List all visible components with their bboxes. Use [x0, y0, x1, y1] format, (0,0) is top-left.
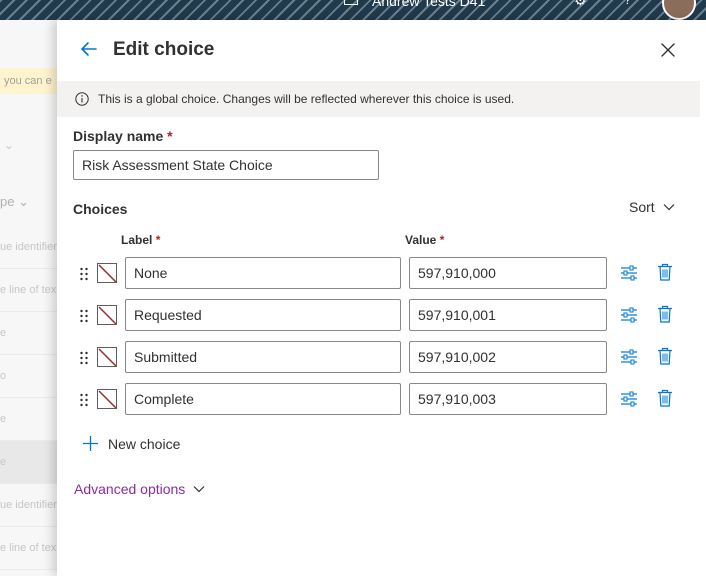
advanced-options-label: Advanced options	[74, 481, 186, 497]
chevron-down-icon	[663, 204, 675, 211]
display-name-input[interactable]	[73, 150, 379, 180]
background-list-item: e	[0, 441, 57, 484]
delete-trash-icon[interactable]	[657, 263, 673, 281]
avatar[interactable]	[662, 0, 696, 20]
choice-row	[57, 257, 706, 291]
plus-icon	[83, 436, 98, 451]
info-message-text: This is a global choice. Changes will be…	[98, 92, 515, 106]
choices-section-title: Choices	[73, 201, 128, 217]
drag-handle-icon[interactable]	[79, 308, 89, 324]
advanced-options-toggle[interactable]: Advanced options	[74, 481, 205, 497]
choice-value-input[interactable]	[409, 383, 607, 415]
choice-value-input[interactable]	[409, 299, 607, 331]
display-name-label-text: Display name	[73, 128, 164, 144]
choice-label-input[interactable]	[125, 383, 401, 415]
background-list-item: e	[0, 312, 57, 355]
background-list-item: o	[0, 355, 57, 398]
choice-label-input[interactable]	[125, 341, 401, 373]
choice-row	[57, 299, 706, 333]
delete-trash-icon[interactable]	[657, 305, 673, 323]
settings-sliders-icon[interactable]	[620, 265, 638, 281]
required-marker: *	[439, 233, 445, 247]
panel-title: Edit choice	[113, 39, 215, 60]
background-list-item: e line of tex	[0, 527, 57, 570]
background-list-item: e line of tex	[0, 269, 57, 312]
choice-label-input[interactable]	[125, 257, 401, 289]
settings-sliders-icon[interactable]	[620, 391, 638, 407]
gear-icon[interactable]: ⚙	[574, 0, 587, 9]
drag-handle-icon[interactable]	[79, 392, 89, 408]
new-choice-label: New choice	[108, 435, 181, 452]
display-name-label: Display name *	[73, 128, 173, 144]
close-icon[interactable]	[660, 42, 676, 58]
settings-sliders-icon[interactable]	[620, 349, 638, 365]
delete-trash-icon[interactable]	[657, 389, 673, 407]
label-column-header-text: Label	[121, 233, 153, 247]
choice-value-input[interactable]	[409, 257, 607, 289]
choice-row	[57, 383, 706, 417]
delete-trash-icon[interactable]	[657, 347, 673, 365]
drag-handle-icon[interactable]	[79, 266, 89, 282]
new-choice-button[interactable]: New choice	[82, 435, 180, 452]
color-swatch-icon[interactable]	[97, 347, 117, 367]
background-list-item: e	[0, 398, 57, 441]
chevron-down-icon	[193, 486, 205, 493]
edit-choice-panel: Edit choice This is a global choice. Cha…	[57, 20, 706, 576]
chevron-down-icon: ⌄	[4, 138, 15, 152]
background-warning-banner: you can e	[0, 68, 57, 94]
sort-label: Sort	[629, 199, 655, 215]
background-column-header: pe ⌄	[0, 194, 29, 209]
label-column-header: Label *	[121, 233, 160, 247]
mail-icon[interactable]	[344, 0, 358, 5]
background-list-item: ue identifier	[0, 226, 57, 269]
value-column-header: Value *	[405, 233, 444, 247]
choice-label-input[interactable]	[125, 299, 401, 331]
background-column-header-text: pe	[0, 194, 15, 209]
sort-button[interactable]: Sort	[629, 199, 675, 215]
user-name[interactable]: Andrew Tests D41	[372, 0, 485, 9]
color-swatch-icon[interactable]	[97, 263, 117, 283]
choice-value-input[interactable]	[409, 341, 607, 373]
drag-handle-icon[interactable]	[79, 350, 89, 366]
choice-row	[57, 341, 706, 375]
settings-sliders-icon[interactable]	[620, 307, 638, 323]
info-message-bar: This is a global choice. Changes will be…	[57, 81, 700, 117]
required-marker: *	[155, 233, 161, 247]
background-page: you can e ⌄ pe ⌄ ue identifier e line of …	[0, 20, 57, 576]
color-swatch-icon[interactable]	[97, 389, 117, 409]
back-arrow-icon[interactable]	[79, 39, 99, 59]
color-swatch-icon[interactable]	[97, 305, 117, 325]
background-list-item: ue identifier	[0, 484, 57, 527]
required-marker: *	[167, 128, 173, 144]
value-column-header-text: Value	[405, 233, 437, 247]
help-icon[interactable]: ?	[624, 0, 631, 7]
top-navigation-bar: Andrew Tests D41 ⚙ ?	[0, 0, 706, 20]
info-icon	[75, 92, 89, 106]
